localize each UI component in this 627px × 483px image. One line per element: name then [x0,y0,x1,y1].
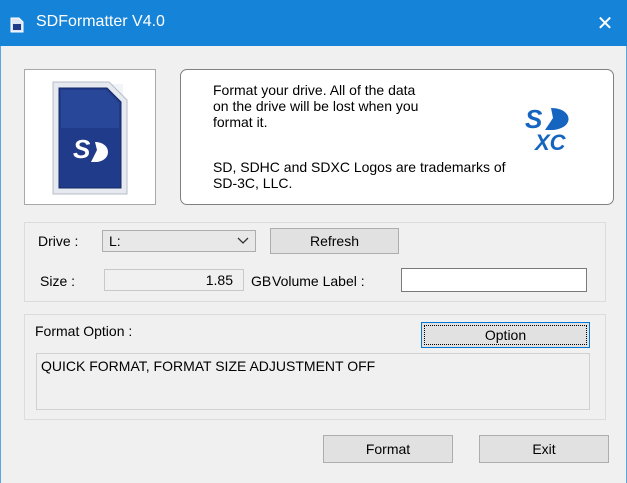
sd-card-image-frame: S [24,69,156,205]
exit-button[interactable]: Exit [479,435,609,463]
info-line-1: Format your drive. All of the data [213,82,416,98]
format-option-label: Format Option : [35,323,133,339]
format-button[interactable]: Format [323,435,453,463]
volume-label-input[interactable] [401,268,587,292]
title-bar: SDFormatter V4.0 ✕ [0,0,627,46]
info-line-4: SD, SDHC and SDXC Logos are trademarks o… [213,159,506,175]
drive-select-value: L: [109,233,121,249]
info-line-2: on the drive will be lost when you [213,98,419,114]
close-icon: ✕ [596,12,614,35]
size-field: 1.85 [104,269,244,291]
window-border-left [0,46,1,483]
drive-label: Drive : [38,233,79,249]
volume-label-caption: Volume Label : [272,273,365,289]
refresh-button[interactable]: Refresh [270,228,399,254]
sd-card-image: S [52,81,128,195]
sd-card-logo: S [73,134,91,164]
close-button[interactable]: ✕ [583,0,627,46]
size-value: 1.85 [205,272,233,288]
format-status-box: QUICK FORMAT, FORMAT SIZE ADJUSTMENT OFF [36,353,590,410]
sdxc-logo: S XC [525,104,569,152]
size-unit: GB [251,273,272,289]
drive-select[interactable]: L: [102,230,256,252]
option-button[interactable]: Option [421,322,590,348]
info-line-3: format it. [213,114,268,130]
format-status-text: QUICK FORMAT, FORMAT SIZE ADJUSTMENT OFF [41,358,376,374]
sdxc-logo-bottom: XC [533,130,567,152]
chevron-down-icon [237,237,249,244]
info-line-5: SD-3C, LLC. [213,175,293,191]
window-title: SDFormatter V4.0 [36,13,165,30]
size-label: Size : [40,273,76,289]
sd-card-app-icon [10,17,24,33]
info-panel: Format your drive. All of the data on th… [180,69,614,205]
